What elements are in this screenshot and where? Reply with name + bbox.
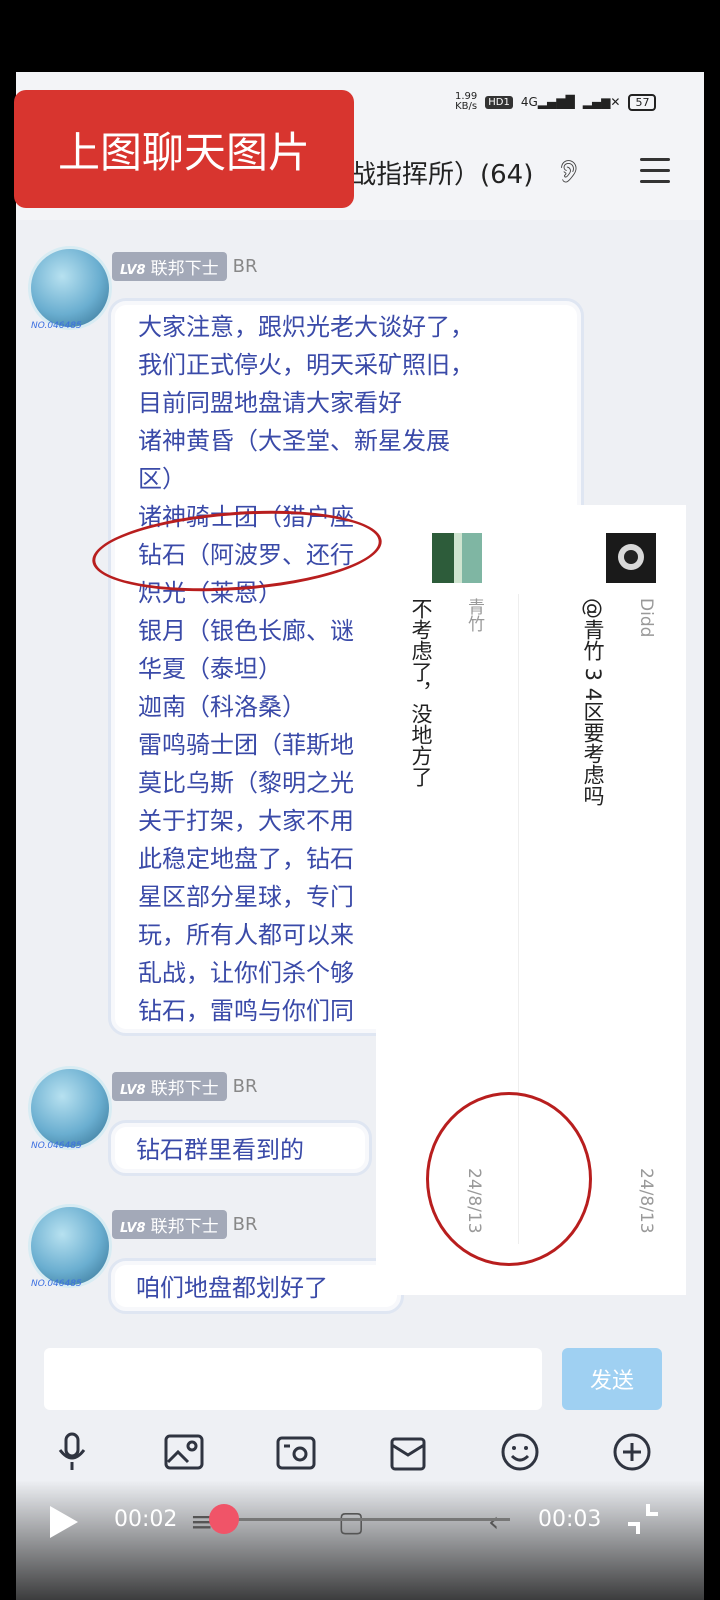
- exit-fullscreen-icon[interactable]: [626, 1502, 660, 1536]
- avatar-tag: NO.046485: [31, 1279, 82, 1289]
- plus-icon[interactable]: [610, 1430, 654, 1474]
- mic-icon[interactable]: [50, 1430, 94, 1474]
- signal-x-icon: ▂▄▆✕: [582, 95, 621, 109]
- user-suffix: BR: [232, 256, 258, 277]
- message-text: 钻石群里看到的: [136, 1136, 304, 1164]
- user-suffix: BR: [232, 1076, 258, 1097]
- battery-icon: 57: [628, 93, 657, 111]
- ear-icon[interactable]: 👂︎: [555, 160, 583, 185]
- nav-back-icon: ‹: [488, 1505, 500, 1538]
- message-line: 区）: [138, 465, 186, 493]
- message-line: 大家注意，跟炽光老大谈好了，: [138, 313, 474, 341]
- sender-name: Didd: [636, 598, 656, 638]
- avatar[interactable]: NO.046485: [28, 246, 112, 331]
- play-icon[interactable]: [50, 1506, 78, 1538]
- avatar: [606, 533, 656, 583]
- status-bar: 1.99 KB/s HD1 4G▂▄▆█ ▂▄▆✕ 57: [455, 91, 657, 112]
- current-time: 00:02: [114, 1507, 178, 1532]
- user-badge: LV8 联邦下士 BR: [112, 1210, 257, 1239]
- nav-home-icon: ▢: [338, 1505, 365, 1538]
- seek-track[interactable]: [218, 1518, 510, 1521]
- annotation-circle: [426, 1092, 592, 1266]
- user-badge: LV8 联邦下士 BR: [112, 252, 257, 281]
- rank-pill: LV8 联邦下士: [112, 252, 227, 281]
- group-title: 战指挥所）(64): [350, 160, 534, 190]
- avatar[interactable]: NO.046485: [28, 1204, 112, 1289]
- rank-pill: LV8 联邦下士: [112, 1210, 227, 1239]
- message-line: 目前同盟地盘请大家看好: [138, 389, 402, 417]
- avatar-tag: NO.046485: [31, 1141, 82, 1151]
- rank-pill: LV8 联邦下士: [112, 1072, 227, 1101]
- net-speed: 1.99 KB/s: [455, 91, 478, 112]
- avatar: [432, 533, 482, 583]
- message-line: 诸神黄昏（大圣堂、新星发展: [138, 427, 450, 455]
- seek-thumb[interactable]: [208, 1504, 239, 1534]
- avatar[interactable]: NO.046485: [28, 1066, 112, 1151]
- sender-name: 青竹: [464, 598, 484, 632]
- message-line: 我们正式停火，明天采矿照旧，: [138, 351, 474, 379]
- message-date: 24/8/13: [636, 1168, 656, 1234]
- signal-icon: 4G▂▄▆█: [520, 95, 575, 109]
- user-suffix: BR: [232, 1214, 258, 1235]
- message-text: @青竹 3 4区要考虑吗: [581, 598, 605, 807]
- message-text: 咱们地盘都划好了: [136, 1274, 328, 1302]
- avatar-tag: NO.046485: [31, 321, 82, 331]
- camera-icon[interactable]: [274, 1430, 318, 1474]
- gift-icon[interactable]: [386, 1430, 430, 1474]
- send-button[interactable]: 发送: [562, 1348, 662, 1410]
- message-text: 不考虑了，没地方了: [409, 598, 433, 787]
- message-input[interactable]: [44, 1348, 542, 1410]
- image-icon[interactable]: [162, 1430, 206, 1474]
- menu-icon[interactable]: [640, 158, 670, 184]
- emoji-icon[interactable]: [498, 1430, 542, 1474]
- user-badge: LV8 联邦下士 BR: [112, 1072, 257, 1101]
- video-player-bar: [0, 1480, 720, 1600]
- total-time: 00:03: [538, 1507, 602, 1532]
- caption-banner: 上图聊天图片: [14, 90, 354, 208]
- hd-badge: HD1: [485, 95, 513, 109]
